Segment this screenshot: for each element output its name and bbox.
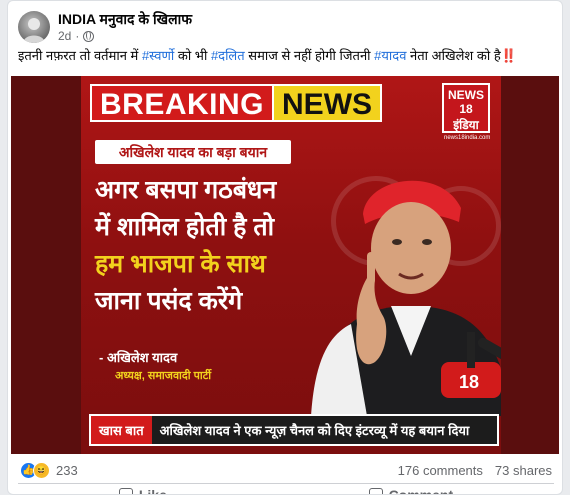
page-avatar[interactable] bbox=[18, 11, 50, 43]
portrait-icon bbox=[23, 18, 45, 43]
haha-reaction-icon: 😆 bbox=[33, 461, 50, 479]
post-meta: 2d · bbox=[58, 29, 192, 43]
double-exclamation-icon: ‼️ bbox=[500, 48, 517, 63]
like-button[interactable]: Like bbox=[118, 487, 167, 494]
post-card: INDIA मनुवाद के खिलाफ 2d · इतनी नफ़रत तो… bbox=[7, 0, 563, 495]
sub-heading: अखिलेश यादव का बड़ा बयान bbox=[95, 140, 291, 164]
breaking-news-banner: BREAKING NEWS bbox=[90, 84, 383, 122]
speaker-photo: 18 bbox=[311, 180, 501, 416]
page-name[interactable]: INDIA मनुवाद के खिलाफ bbox=[58, 11, 192, 28]
post-header: INDIA मनुवाद के खिलाफ 2d · bbox=[18, 10, 192, 44]
news-poster: BREAKING NEWS NEWS 18 इंडिया news18india… bbox=[81, 76, 501, 454]
attribution-role: अध्यक्ष, समाजवादी पार्टी bbox=[115, 370, 212, 382]
news-label: NEWS bbox=[274, 84, 383, 122]
comment-button[interactable]: Comment bbox=[368, 487, 453, 494]
thumbs-up-icon bbox=[118, 488, 133, 494]
comment-icon bbox=[368, 488, 383, 494]
post-image[interactable]: BREAKING NEWS NEWS 18 इंडिया news18india… bbox=[11, 76, 559, 454]
news18-logo: NEWS 18 इंडिया news18india.com bbox=[442, 83, 490, 141]
mic-label: 18 bbox=[459, 372, 479, 392]
reaction-count: 233 bbox=[56, 462, 78, 478]
shares-count[interactable]: 73 shares bbox=[495, 463, 552, 478]
breaking-label: BREAKING bbox=[90, 84, 275, 122]
quote-attribution: - अखिलेश यादव bbox=[99, 350, 178, 365]
post-actions: Like Comment bbox=[18, 483, 554, 494]
post-caption: इतनी नफ़रत तो वर्तमान में #स्वर्णो को भी… bbox=[18, 48, 517, 63]
globe-icon bbox=[83, 30, 95, 42]
hashtag-link[interactable]: #दलित bbox=[211, 48, 245, 63]
comments-count[interactable]: 176 comments bbox=[398, 463, 483, 478]
news-ticker: खास बात अखिलेश यादव ने एक न्यूज़ चैनल को… bbox=[89, 414, 499, 446]
hashtag-link[interactable]: #स्वर्णो bbox=[142, 48, 174, 63]
ticker-text: अखिलेश यादव ने एक न्यूज़ चैनल को दिए इंट… bbox=[151, 416, 497, 444]
hashtag-link[interactable]: #यादव bbox=[374, 48, 406, 63]
post-age[interactable]: 2d bbox=[58, 29, 71, 43]
reactions-summary[interactable]: 👍 😆 233 bbox=[20, 461, 78, 479]
post-stats: 👍 😆 233 176 comments 73 shares bbox=[20, 461, 552, 479]
ticker-label: खास बात bbox=[91, 416, 152, 444]
